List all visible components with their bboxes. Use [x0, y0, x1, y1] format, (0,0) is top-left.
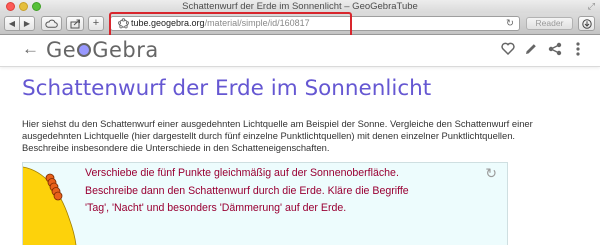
triangle-left-icon: ◀: [8, 19, 16, 28]
share-page-button[interactable]: [66, 16, 84, 31]
material-description: Hier siehst du den Schattenwurf einer au…: [22, 118, 533, 154]
downloads-button[interactable]: [578, 16, 595, 31]
back-button[interactable]: ◀: [4, 16, 20, 31]
geogebra-logo-icon: [77, 43, 92, 57]
fullscreen-icon[interactable]: ⤢: [588, 1, 595, 12]
reader-button[interactable]: Reader: [526, 17, 573, 30]
back-arrow-icon[interactable]: ←: [22, 39, 39, 59]
page-title: Schattenwurf der Erde im Sonnenlicht: [22, 76, 432, 101]
sun-shape[interactable]: [23, 163, 93, 245]
plus-icon: +: [92, 17, 100, 29]
cloud-icon: [45, 19, 58, 28]
menu-icon[interactable]: [575, 42, 581, 56]
new-tab-button[interactable]: +: [88, 16, 104, 31]
applet-instruction: Verschiebe die fünf Punkte gleichmäßig a…: [85, 165, 445, 218]
share-icon[interactable]: [548, 42, 562, 56]
share-box-icon: [70, 19, 80, 28]
reload-icon[interactable]: ↻: [506, 17, 514, 30]
heart-icon[interactable]: [501, 42, 515, 55]
instruction-line-1: Verschiebe die fünf Punkte gleichmäßig a…: [85, 167, 399, 179]
geogebra-applet[interactable]: Verschiebe die fünf Punkte gleichmäßig a…: [22, 162, 508, 245]
refresh-applet-icon[interactable]: ↻: [485, 165, 497, 182]
logo-text-right: Gebra: [92, 38, 159, 62]
download-arrow-icon: [581, 18, 592, 29]
geogebra-logo[interactable]: Ge Gebra: [46, 38, 159, 62]
instruction-line-3: 'Tag', 'Nacht' und besonders 'Dämmerung'…: [85, 202, 347, 214]
instruction-line-2: Beschreibe dann den Schattenwurf durch d…: [85, 184, 409, 197]
logo-text-left: Ge: [46, 38, 77, 62]
forward-button[interactable]: ▶: [19, 16, 35, 31]
pencil-icon[interactable]: [524, 42, 538, 56]
triangle-right-icon: ▶: [23, 19, 31, 28]
icloud-tabs-button[interactable]: [41, 16, 62, 31]
app-header: ← Ge Gebra: [0, 35, 600, 67]
